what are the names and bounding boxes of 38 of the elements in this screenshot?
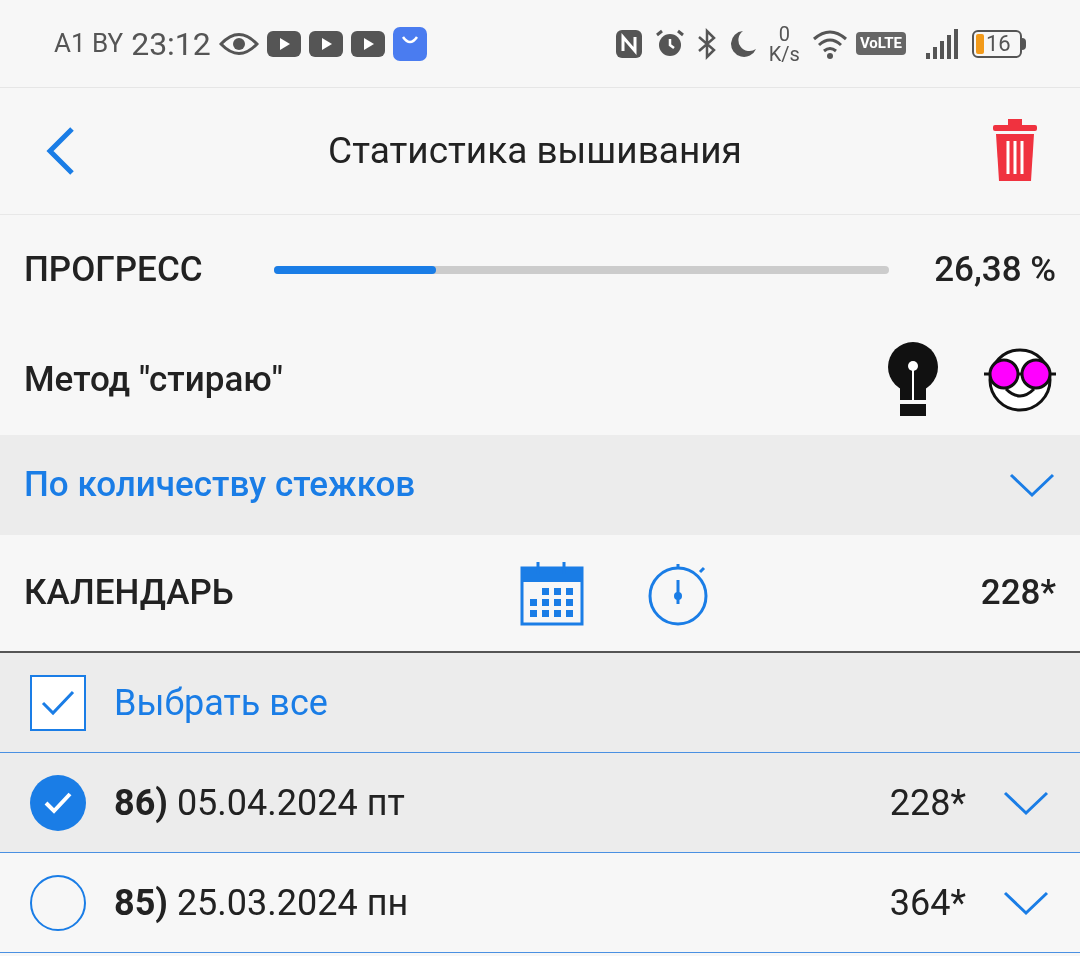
progress-percent: 26,38 % — [934, 247, 1056, 292]
wifi-icon — [811, 28, 848, 59]
entry-radio[interactable] — [30, 874, 86, 931]
clock-text: 23:12 — [131, 23, 211, 65]
entry-date: 86) 05.04.2024 пт — [114, 780, 406, 826]
calendar-icon[interactable] — [520, 560, 584, 626]
shopping-bag-app-icon — [392, 26, 427, 61]
video-app-icon — [350, 30, 385, 57]
nfc-icon — [614, 28, 643, 59]
screen-title: Статистика вышивания — [328, 128, 742, 175]
select-all-label: Выбрать все — [114, 680, 328, 726]
trash-icon — [991, 119, 1039, 183]
entry-row[interactable]: 86) 05.04.2024 пт 228* — [0, 753, 1080, 853]
delete-button[interactable] — [990, 118, 1040, 184]
carrier-text: A1 BY — [54, 27, 124, 60]
battery-charge-bar — [976, 33, 984, 54]
method-label: Метод "стираю" — [24, 357, 284, 402]
checkmark-icon — [40, 688, 76, 717]
video-app-icon — [308, 30, 343, 57]
signal-icon — [926, 28, 960, 59]
alarm-icon — [654, 28, 685, 59]
entry-count: 364* — [889, 880, 966, 926]
video-app-icon — [266, 30, 301, 57]
speed-unit-text: K/s — [768, 43, 800, 64]
calendar-total: 228* — [980, 570, 1056, 615]
speed-value-text: 0 — [778, 23, 790, 44]
entry-date: 85) 25.03.2024 пн — [114, 880, 410, 926]
moon-icon — [728, 28, 757, 59]
select-all-checkbox[interactable] — [30, 674, 86, 731]
bluetooth-icon — [696, 27, 717, 60]
eye-icon — [218, 30, 259, 57]
lightbulb-icon[interactable] — [886, 342, 940, 418]
entry-count: 228* — [889, 780, 966, 826]
volte-badge: VoLTE — [855, 32, 906, 55]
checkmark-icon — [43, 790, 73, 815]
calendar-label: КАЛЕНДАРЬ — [24, 570, 235, 615]
progress-label: ПРОГРЕСС — [24, 247, 204, 292]
battery-level-text: 16 — [986, 32, 1011, 55]
